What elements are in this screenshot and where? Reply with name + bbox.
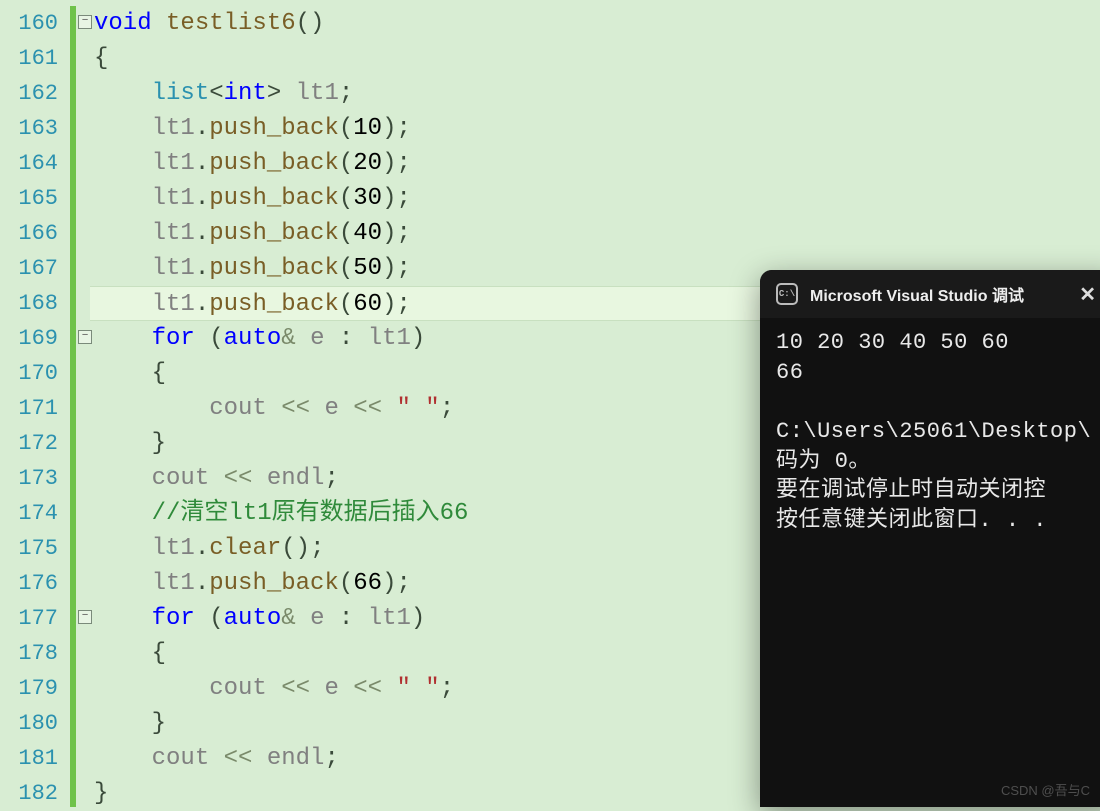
line-number: 176 [0,566,58,601]
line-number: 174 [0,496,58,531]
debug-console-window[interactable]: C:\ Microsoft Visual Studio 调试 ✕ 10 20 3… [760,270,1100,807]
console-line: 码为 0。 [776,449,871,474]
line-number: 161 [0,41,58,76]
line-number: 169 [0,321,58,356]
console-app-icon: C:\ [776,283,798,305]
console-line: 10 20 30 40 50 60 [776,330,1023,355]
console-output[interactable]: 10 20 30 40 50 60 66 C:\Users\25061\Desk… [760,318,1100,546]
line-number: 166 [0,216,58,251]
line-number: 172 [0,426,58,461]
console-line: 要在调试停止时自动关闭控 [776,478,1046,503]
console-line: 按任意键关闭此窗口. . . [776,508,1047,533]
line-number: 179 [0,671,58,706]
code-line: { [90,41,1100,76]
console-line: C:\Users\25061\Desktop\ [776,419,1091,444]
line-number: 173 [0,461,58,496]
close-icon[interactable]: ✕ [1071,278,1100,311]
console-line: 66 [776,360,803,385]
line-number: 164 [0,146,58,181]
code-line: lt1.push_back(10); [90,111,1100,146]
fold-gutter: − − − [78,6,90,807]
code-line: lt1.push_back(40); [90,216,1100,251]
line-number: 177 [0,601,58,636]
line-number: 163 [0,111,58,146]
code-line: list<int> lt1; [90,76,1100,111]
line-number: 175 [0,531,58,566]
line-number: 160 [0,6,58,41]
line-number-gutter: 160 161 162 163 164 165 166 167 168 169 … [0,0,70,807]
line-number: 181 [0,741,58,776]
line-number: 162 [0,76,58,111]
line-number: 180 [0,706,58,741]
line-number: 170 [0,356,58,391]
line-number: 168 [0,286,58,321]
change-indicator-strip [70,6,76,807]
line-number: 171 [0,391,58,426]
line-number: 167 [0,251,58,286]
console-title: Microsoft Visual Studio 调试 [810,282,1024,306]
watermark-label: CSDN @吾与C [1001,780,1090,799]
code-line: lt1.push_back(20); [90,146,1100,181]
console-titlebar[interactable]: C:\ Microsoft Visual Studio 调试 ✕ [760,270,1100,318]
line-number: 178 [0,636,58,671]
code-line: lt1.push_back(30); [90,181,1100,216]
code-line: void testlist6() [90,6,1100,41]
line-number: 182 [0,776,58,811]
line-number: 165 [0,181,58,216]
